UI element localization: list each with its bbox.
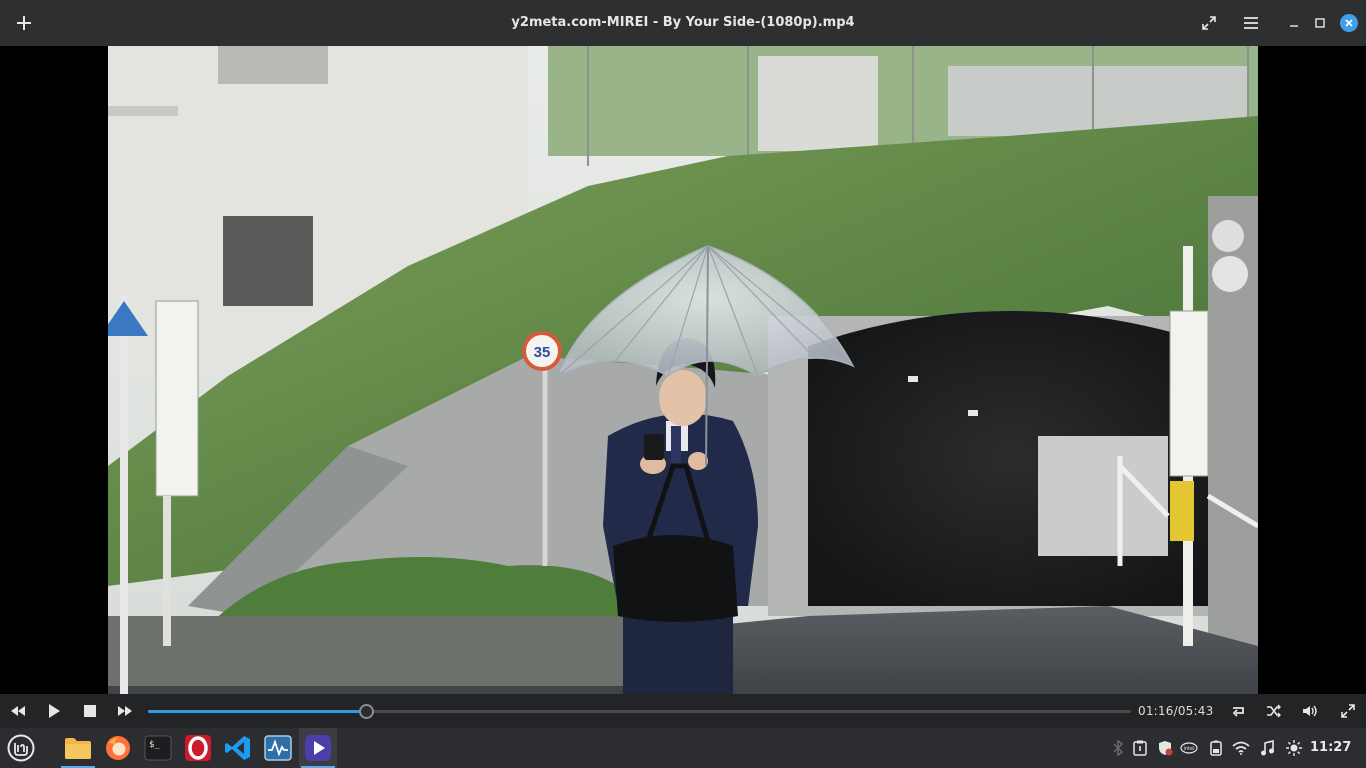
taskbar: $_ intel 11:27 [0, 728, 1366, 768]
video-scene: 35 [108, 46, 1258, 694]
volume-icon [1303, 705, 1317, 717]
time-display: 01:16/05:43 [1138, 694, 1213, 728]
tray-clipboard[interactable] [1130, 728, 1150, 768]
loop-icon [1232, 707, 1244, 717]
fullscreen-icon [1341, 704, 1355, 718]
svg-text:$_: $_ [149, 740, 160, 750]
title-bar: y2meta.com-MIREI - By Your Side-(1080p).… [0, 0, 1366, 46]
menu-button[interactable] [1238, 0, 1264, 46]
rewind-icon [11, 706, 25, 716]
tray-bluetooth[interactable] [1108, 728, 1128, 768]
tray-intel[interactable]: intel [1178, 728, 1200, 768]
expand-icon [1202, 16, 1216, 30]
playback-controls: 01:16/05:43 [0, 694, 1366, 728]
total-time: 05:43 [1177, 704, 1214, 718]
folder-icon [65, 738, 91, 759]
clipboard-icon [1133, 740, 1147, 756]
fast-forward-button[interactable] [113, 694, 137, 728]
taskbar-files[interactable] [59, 728, 97, 768]
seek-bar[interactable] [148, 704, 1131, 719]
bluetooth-icon [1113, 740, 1123, 756]
window-title: y2meta.com-MIREI - By Your Side-(1080p).… [511, 15, 855, 30]
tray-update-manager[interactable] [1154, 728, 1176, 768]
opera-icon [185, 735, 211, 761]
taskbar-firefox[interactable] [99, 728, 137, 768]
taskbar-terminal[interactable]: $_ [139, 728, 177, 768]
video-frame[interactable]: 35 [108, 46, 1258, 694]
wifi-icon [1232, 741, 1250, 755]
minimize-icon [1290, 25, 1298, 27]
taskbar-video-player[interactable] [299, 728, 337, 768]
battery-icon [1210, 740, 1222, 756]
expand-button[interactable] [1196, 0, 1222, 46]
maximize-icon [1315, 18, 1325, 28]
play-button[interactable] [42, 694, 66, 728]
plus-icon [17, 16, 31, 30]
intel-icon: intel [1180, 742, 1198, 754]
loop-button[interactable] [1226, 694, 1250, 728]
minimize-button[interactable] [1284, 0, 1304, 46]
hamburger-menu-icon [1244, 17, 1258, 29]
current-time: 01:16 [1138, 704, 1174, 718]
video-area[interactable]: 35 [0, 46, 1366, 694]
volume-button[interactable] [1298, 694, 1322, 728]
clock[interactable]: 11:27 [1310, 728, 1351, 768]
mint-menu-button[interactable] [2, 728, 40, 768]
video-player-icon [305, 735, 331, 761]
music-note-icon [1261, 740, 1274, 756]
speed-limit-sign: 35 [534, 344, 551, 361]
vscode-icon [225, 736, 250, 760]
system-monitor-icon [264, 735, 292, 761]
seek-progress [148, 710, 366, 713]
tray-brightness[interactable] [1282, 728, 1306, 768]
shuffle-button[interactable] [1262, 694, 1286, 728]
taskbar-opera[interactable] [179, 728, 217, 768]
taskbar-vscode[interactable] [219, 728, 257, 768]
brightness-icon [1286, 740, 1302, 756]
rewind-button[interactable] [6, 694, 30, 728]
play-icon [49, 704, 60, 718]
svg-text:intel: intel [1184, 746, 1195, 752]
tray-media[interactable] [1256, 728, 1278, 768]
stop-icon [84, 705, 96, 717]
firefox-icon [106, 736, 130, 760]
fast-forward-icon [118, 706, 132, 716]
close-button[interactable] [1338, 0, 1360, 46]
close-icon [1340, 14, 1358, 32]
terminal-icon: $_ [144, 735, 172, 761]
add-button[interactable] [8, 0, 40, 46]
tray-battery[interactable] [1206, 728, 1226, 768]
tray-wifi[interactable] [1230, 728, 1252, 768]
mint-menu-icon [7, 734, 35, 762]
seek-handle[interactable] [358, 704, 374, 719]
maximize-button[interactable] [1310, 0, 1330, 46]
taskbar-system-monitor[interactable] [259, 728, 297, 768]
video-player-window: y2meta.com-MIREI - By Your Side-(1080p).… [0, 0, 1366, 768]
fullscreen-button[interactable] [1336, 694, 1360, 728]
stop-button[interactable] [78, 694, 102, 728]
shield-update-icon [1159, 741, 1173, 756]
shuffle-icon [1267, 704, 1281, 718]
